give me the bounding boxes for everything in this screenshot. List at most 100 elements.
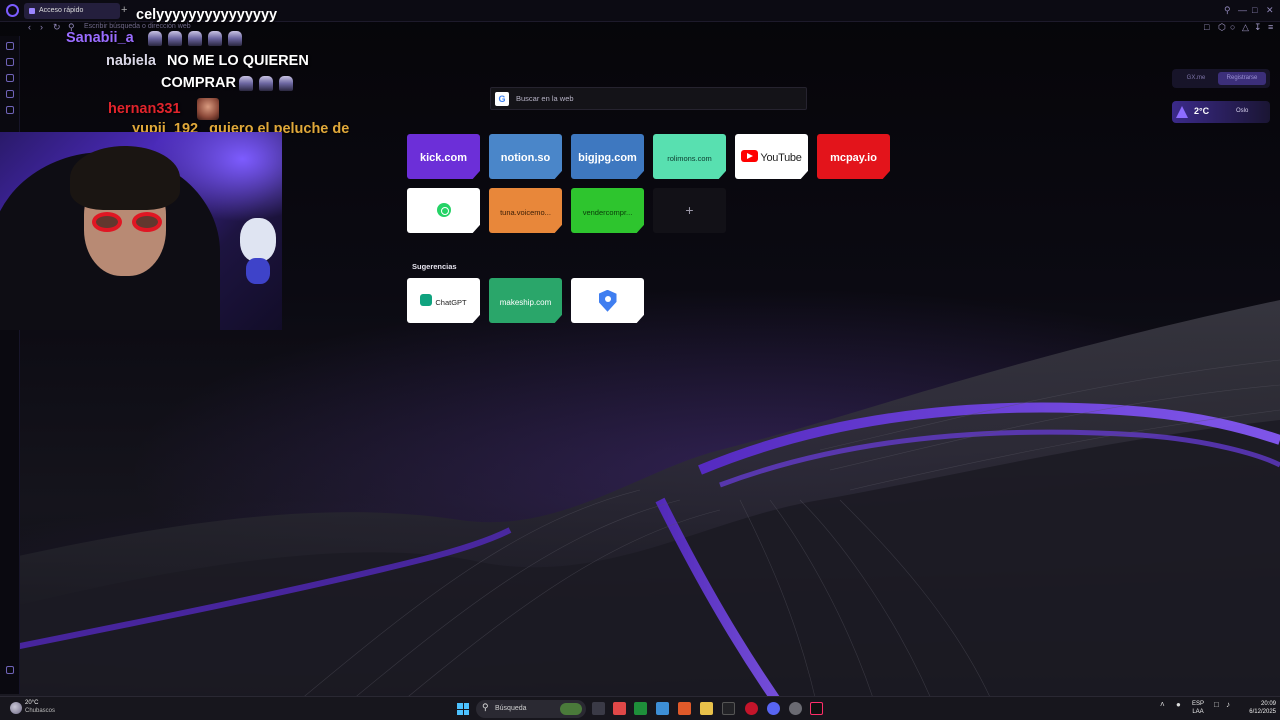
obs-icon[interactable]	[789, 702, 802, 715]
microphone-icon[interactable]: ●	[1176, 701, 1181, 709]
system-clock[interactable]: 20:09 6/12/2025	[1240, 700, 1276, 716]
suggestion-makeship[interactable]: makeship.com	[489, 278, 562, 323]
cube-icon[interactable]: ⬡	[1218, 22, 1226, 33]
chat-emote-icon	[238, 75, 253, 91]
chat-emote-icon	[258, 75, 273, 91]
speed-dial-rolimons[interactable]: rolimons.com	[653, 134, 726, 179]
chat-message: Sanabii_a	[66, 30, 245, 46]
search-tabs-icon[interactable]: ⚲	[1224, 5, 1231, 15]
tiktok-icon[interactable]	[810, 702, 823, 715]
whatsapp-icon	[436, 202, 451, 217]
chat-emote-icon	[167, 30, 182, 46]
capcut-icon[interactable]	[722, 702, 735, 715]
register-button[interactable]: Registrarse	[1218, 72, 1266, 85]
speed-dial-whatsapp[interactable]	[407, 188, 480, 233]
volume-icon[interactable]: ♪	[1226, 701, 1230, 709]
search-icon: ⚲	[482, 702, 489, 712]
close-icon[interactable]: ✕	[1266, 5, 1274, 15]
search-placeholder: Buscar en la web	[516, 94, 574, 103]
download-icon[interactable]: ↧	[1254, 22, 1262, 33]
opera-gx-icon[interactable]	[745, 702, 758, 715]
chat-text: NO ME LO QUIEREN	[167, 53, 309, 69]
tile-label: tuna.voicemo...	[500, 208, 551, 217]
tile-label: kick.com	[419, 152, 468, 164]
sidebar-gx-control-icon[interactable]	[6, 58, 14, 66]
weather-widget[interactable]: 2°C Oslo	[1172, 101, 1270, 123]
tile-label: vendercompr...	[582, 208, 633, 217]
menu-icon[interactable]: ≡	[1268, 22, 1273, 32]
back-icon[interactable]: ‹	[28, 22, 31, 32]
rain-icon[interactable]	[10, 702, 22, 714]
chat-message: COMPRAR	[161, 75, 296, 91]
network-icon[interactable]: □	[1214, 701, 1219, 709]
clock-time: 20:09	[1260, 701, 1276, 707]
maximize-icon[interactable]: □	[1252, 5, 1257, 15]
sidebar-settings-icon[interactable]	[6, 666, 14, 674]
taskbar-condition: Chubascos	[25, 708, 56, 714]
tile-label: makeship.com	[499, 298, 552, 307]
youtube-icon	[741, 149, 759, 162]
speed-dial-notion[interactable]: notion.so	[489, 134, 562, 179]
start-button[interactable]	[457, 703, 469, 715]
speed-dial-mcpay[interactable]: mcpay.io	[817, 134, 890, 179]
gx-me-tab[interactable]: GX.me	[1176, 72, 1216, 85]
minimize-icon[interactable]: —	[1238, 5, 1247, 15]
red-glasses	[92, 212, 164, 232]
taskbar-search[interactable]: ⚲ Búsqueda	[476, 700, 586, 718]
opera-gx-logo-icon[interactable]	[6, 4, 19, 17]
chat-message: celyyyyyyyyyyyyyyy	[136, 7, 277, 23]
forward-icon[interactable]: ›	[40, 22, 43, 32]
tile-label: notion.so	[500, 152, 551, 164]
tile-label: mcpay.io	[830, 152, 877, 164]
google-icon: G	[495, 92, 509, 106]
chat-emote-icon	[278, 75, 293, 91]
streamer-webcam	[0, 132, 282, 330]
speed-dial-youtube[interactable]: YouTube	[735, 134, 808, 179]
sidebar-twitch-icon[interactable]	[6, 74, 14, 82]
chatgpt-icon	[420, 293, 433, 306]
file-explorer-icon[interactable]	[700, 702, 713, 715]
add-site-button[interactable]: +	[653, 188, 726, 233]
web-search-input[interactable]: G Buscar en la web	[490, 87, 807, 110]
tile-label: YouTube	[760, 152, 802, 164]
discord-icon[interactable]	[767, 702, 780, 715]
chat-emote-icon	[196, 98, 219, 120]
lang-top: ESP	[1192, 701, 1205, 707]
chat-message: hernan331	[108, 98, 219, 120]
chat-emote-icon	[227, 30, 242, 46]
suggestion-chatgpt[interactable]: ChatGPT	[407, 278, 480, 323]
sidebar-discord-icon[interactable]	[6, 90, 14, 98]
gx-account-widget: GX.me Registrarse	[1172, 69, 1270, 88]
speed-dial-kick[interactable]: kick.com	[407, 134, 480, 179]
taskbar-temp: 20°C	[25, 700, 39, 706]
sidebar-history-icon[interactable]	[6, 106, 14, 114]
app-icon-1[interactable]	[613, 702, 626, 715]
language-indicator[interactable]: ESP LAA	[1192, 700, 1204, 716]
suggestion-google-security[interactable]	[571, 278, 644, 323]
chat-emote-icon	[147, 30, 162, 46]
wallet-icon[interactable]: ○	[1230, 22, 1235, 32]
chat-message: nabiela NO ME LO QUIEREN	[106, 53, 309, 69]
chat-username: Sanabii_a	[66, 30, 134, 46]
speed-dial-voicemod[interactable]: tuna.voicemo...	[489, 188, 562, 233]
weather-icon	[1176, 106, 1188, 118]
chat-text: COMPRAR	[161, 75, 236, 91]
task-view-icon[interactable]	[592, 702, 605, 715]
brave-icon[interactable]	[678, 702, 691, 715]
lang-bottom: LAA	[1192, 709, 1204, 715]
speed-dial-bigjpg[interactable]: bigjpg.com	[571, 134, 644, 179]
speed-dial-icon	[29, 8, 35, 14]
excel-icon[interactable]	[634, 702, 647, 715]
speed-dial-vendercompr[interactable]: vendercompr...	[571, 188, 644, 233]
clock-date: 6/12/2025	[1249, 709, 1276, 715]
show-hidden-icons[interactable]: ˄	[1160, 701, 1165, 709]
snapshot-icon[interactable]: □	[1204, 22, 1209, 32]
shield-icon	[598, 289, 617, 312]
sidebar-home-icon[interactable]	[6, 42, 14, 50]
tile-label: bigjpg.com	[578, 152, 637, 164]
chat-username: hernan331	[108, 100, 181, 117]
bag-icon[interactable]: △	[1242, 22, 1249, 33]
app-icon-v[interactable]	[656, 702, 669, 715]
taskbar-search-placeholder: Búsqueda	[495, 705, 527, 712]
chat-username: nabiela	[106, 53, 156, 69]
